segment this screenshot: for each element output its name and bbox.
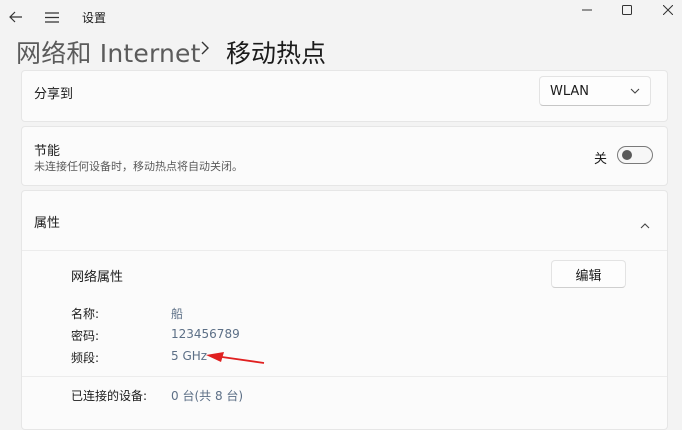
divider [22, 250, 667, 251]
app-title: 设置 [82, 11, 107, 25]
toggle-knob [622, 150, 632, 160]
divider [22, 376, 667, 377]
property-value-password: 123456789 [171, 327, 240, 341]
edit-button[interactable]: 编辑 [551, 260, 626, 288]
power-saving-label: 节能 [34, 144, 61, 159]
annotation-arrow-icon [204, 350, 266, 372]
title-bar: 设置 [0, 0, 682, 34]
toggle-state-label: 关 [594, 152, 608, 167]
chevron-right-icon [200, 40, 210, 60]
property-key: 名称: [71, 307, 100, 321]
properties-header-label: 属性 [34, 216, 61, 231]
property-key: 频段: [71, 351, 100, 365]
back-arrow-icon[interactable] [5, 6, 27, 28]
breadcrumb-parent[interactable]: 网络和 Internet [16, 34, 201, 70]
maximize-icon[interactable] [604, 0, 650, 20]
connected-devices-value: 0 台(共 8 台) [171, 389, 244, 403]
property-value-band: 5 GHz [171, 349, 208, 363]
property-key: 密码: [71, 329, 100, 343]
power-saving-description: 未连接任何设备时，移动热点将自动关闭。 [34, 160, 243, 173]
power-saving-toggle[interactable] [617, 146, 653, 164]
property-value-name: 船 [171, 307, 184, 321]
close-icon[interactable] [645, 0, 682, 20]
share-label: 分享到 [34, 87, 74, 102]
power-saving-card [21, 126, 668, 186]
chevron-up-icon[interactable] [640, 214, 650, 233]
share-selected: WLAN [550, 83, 590, 99]
hamburger-menu-icon[interactable] [41, 6, 63, 28]
chevron-down-icon [630, 88, 640, 94]
properties-header[interactable] [21, 190, 668, 250]
network-properties-title: 网络属性 [71, 270, 124, 285]
page-title: 移动热点 [226, 39, 327, 68]
share-dropdown[interactable]: WLAN [539, 76, 651, 106]
connected-devices-label: 已连接的设备: [71, 389, 148, 403]
